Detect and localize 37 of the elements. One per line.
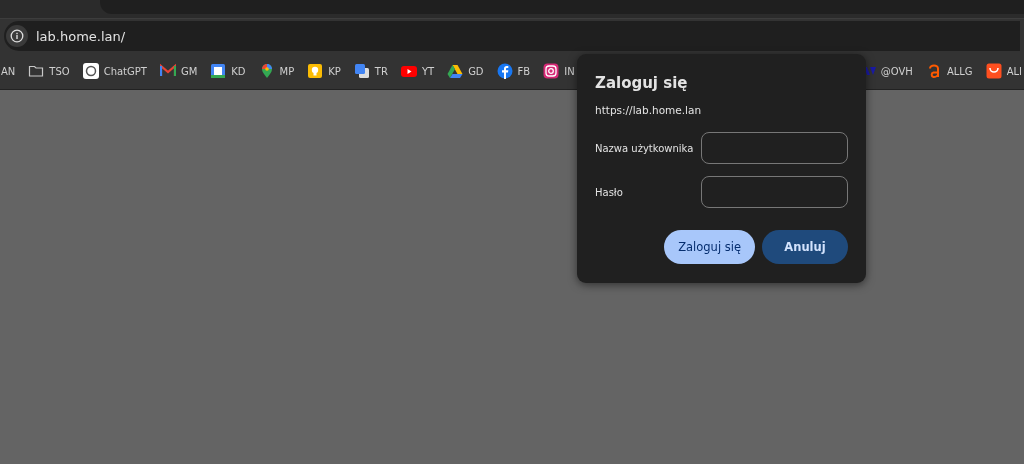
address-bar[interactable]: lab.home.lan/ — [4, 21, 1020, 51]
bookmark-label[interactable]: FB — [517, 65, 531, 77]
bookmark-label[interactable]: ALLG — [946, 65, 973, 77]
bookmark-label[interactable]: KP — [328, 65, 341, 77]
play-icon — [400, 63, 417, 79]
bulb-icon — [307, 63, 324, 79]
site-origin: https://lab.home.lan — [595, 104, 703, 116]
dialog-title: Zaloguj się — [595, 74, 689, 92]
bookmark-label[interactable]: ALI — [1006, 65, 1022, 77]
bookmark-label[interactable]: TSO — [49, 65, 70, 77]
bookmark-label[interactable]: GM — [180, 65, 198, 77]
mail-icon — [159, 63, 176, 79]
bookmark-label[interactable]: @OVH — [880, 65, 913, 77]
bookmark-label[interactable]: AN — [1, 65, 16, 77]
bookmark-label[interactable]: YT — [421, 65, 435, 77]
cancel-button[interactable]: Anuluj — [762, 230, 848, 264]
field-label: Nazwa użytkownika — [595, 142, 695, 154]
bookmark-label[interactable]: MP — [279, 65, 295, 77]
bag-icon — [985, 63, 1002, 79]
bookmark-label[interactable]: IN — [564, 65, 575, 77]
bookmark-label[interactable]: ChatGPT — [103, 65, 147, 77]
calendar-icon — [210, 63, 227, 79]
knot-icon — [82, 63, 99, 79]
bookmark-label[interactable]: KD — [231, 65, 246, 77]
logo-icon — [863, 67, 876, 75]
folder-icon — [28, 63, 45, 79]
triangle-icon — [447, 63, 464, 79]
input-field[interactable] — [701, 132, 848, 164]
camera-icon — [543, 63, 560, 79]
input-field[interactable] — [701, 176, 848, 208]
facebook-icon — [496, 63, 513, 79]
bookmark-label[interactable]: GD — [468, 65, 484, 77]
translate-icon — [353, 63, 370, 79]
login-button[interactable]: Zaloguj się — [664, 230, 755, 264]
field-label: Hasło — [595, 186, 624, 198]
bookmark-label[interactable]: TR — [374, 65, 388, 77]
info-icon[interactable] — [6, 25, 28, 47]
